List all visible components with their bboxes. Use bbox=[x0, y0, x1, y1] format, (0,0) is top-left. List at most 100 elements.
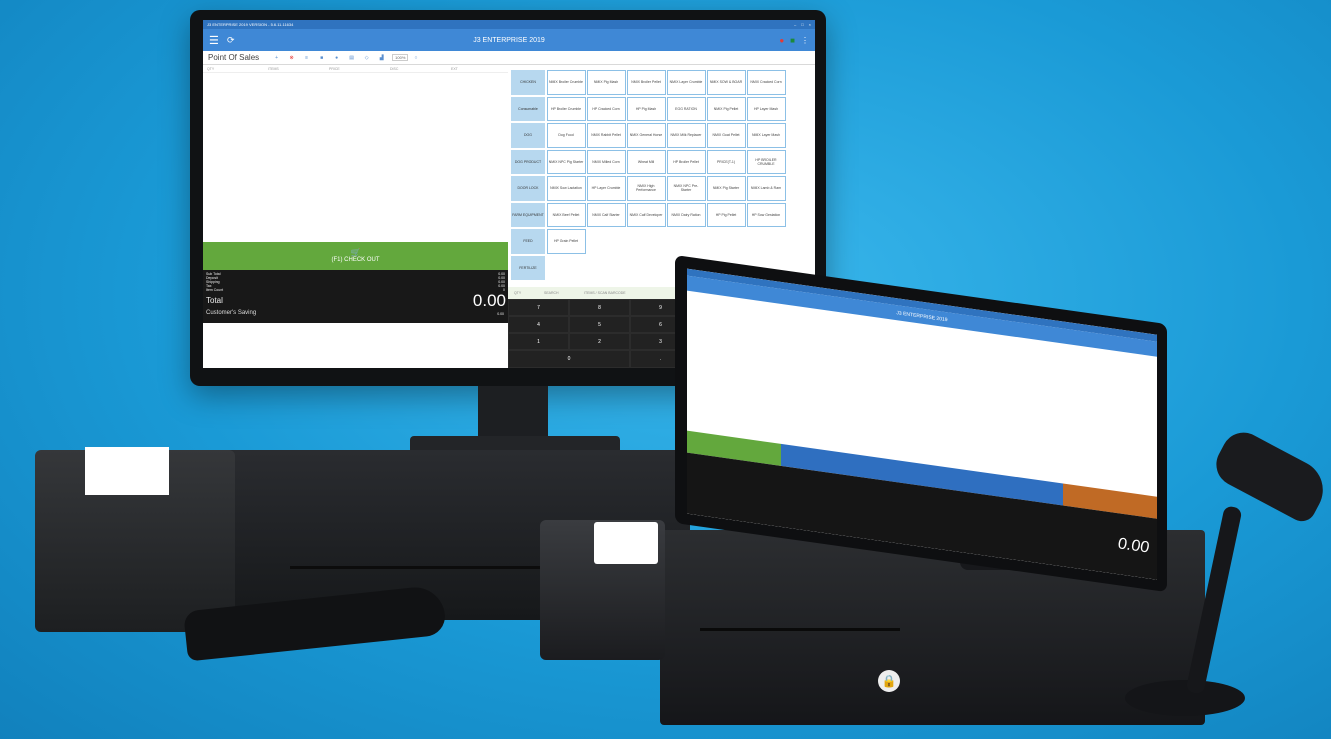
refresh-icon[interactable]: ○ bbox=[408, 55, 423, 61]
category-row: DOG Dog Food NMIX Rabbit Pellet NMIX Genera… bbox=[510, 122, 813, 149]
product-button[interactable]: NMIX Dairy Ration bbox=[666, 202, 706, 227]
product-button[interactable]: NMIX NPC Pig Starter bbox=[546, 149, 586, 174]
drawer-slot bbox=[700, 628, 900, 631]
add-icon[interactable]: + bbox=[269, 55, 284, 61]
product-button[interactable]: NMIX Cracked Corn bbox=[746, 70, 786, 95]
search-qty-label: QTY bbox=[514, 291, 522, 295]
key-0[interactable]: 0 bbox=[508, 350, 630, 368]
product-button[interactable]: HP Pig Mash bbox=[626, 96, 666, 121]
key-7[interactable]: 7 bbox=[508, 299, 569, 316]
product-button[interactable]: NMIX High Performance bbox=[626, 176, 666, 201]
key-1[interactable]: 1 bbox=[508, 333, 569, 350]
window-title: J3 ENTERPRISE 2019 VERSION - 5.6.11.1163… bbox=[207, 22, 294, 27]
key-8[interactable]: 8 bbox=[569, 299, 630, 316]
product-button[interactable]: NMIX Layer Mash bbox=[746, 123, 786, 148]
category-row: FEED HP Grain Pellet bbox=[510, 228, 813, 255]
product-button[interactable]: HP Pig Pellet bbox=[706, 202, 746, 227]
chart-icon[interactable]: ▟ bbox=[374, 55, 389, 61]
item-search-input[interactable]: ITEMS / SCAN BARCODE bbox=[578, 291, 626, 295]
minimize-icon[interactable]: – bbox=[794, 22, 796, 27]
cart-col-qty: QTY bbox=[207, 66, 215, 71]
product-button[interactable]: NMIX General Horse bbox=[626, 123, 666, 148]
monitor-stand-neck bbox=[478, 386, 548, 440]
product-button[interactable]: HP Sow Gestation bbox=[746, 202, 786, 227]
save-icon[interactable]: ■ bbox=[314, 55, 329, 61]
product-button[interactable]: HP Broiler Pellet bbox=[666, 149, 706, 174]
category-button[interactable]: FEED bbox=[510, 228, 546, 255]
category-button[interactable]: DOG bbox=[510, 122, 546, 149]
product-button[interactable]: NMIX Broiler Pellet bbox=[626, 70, 666, 95]
shopping-cart-icon: 🛒 bbox=[350, 248, 361, 257]
scanner-stand-base bbox=[1125, 680, 1245, 716]
tag-icon[interactable]: ◇ bbox=[359, 55, 374, 61]
toolbar: Point Of Sales + ⊗ ≡ ■ ● ▤ ◇ ▟ 100% ○ bbox=[203, 51, 815, 65]
more-vert-icon[interactable]: ⋮ bbox=[801, 36, 809, 45]
customer-saving-amount: 0.00 bbox=[497, 312, 504, 316]
totals-row-label: Item Count bbox=[206, 288, 224, 292]
product-button[interactable]: HP Grain Pellet bbox=[546, 229, 586, 254]
cart-col-disc: DISC bbox=[390, 66, 399, 71]
product-button[interactable]: HP BROILER CRUMBLE bbox=[746, 149, 786, 174]
list-icon[interactable]: ≡ bbox=[299, 55, 314, 61]
product-button[interactable]: NMIX Goat Pellet bbox=[706, 123, 746, 148]
category-button[interactable]: DOG PRODUCT bbox=[510, 148, 546, 175]
page-title: Point Of Sales bbox=[208, 53, 260, 62]
customer-icon[interactable]: ● bbox=[329, 55, 344, 61]
product-button[interactable]: Wheat Mill bbox=[626, 149, 666, 174]
product-button[interactable]: NMIX Sow Lactation bbox=[546, 176, 586, 201]
product-button[interactable]: NMIX Broiler Crumble bbox=[546, 70, 586, 95]
printed-receipt bbox=[85, 447, 169, 495]
category-row: FARM EQUIPMENT NMIX Beef Pellet NMIX Calf … bbox=[510, 201, 813, 228]
search-label: SEARCH bbox=[544, 291, 559, 295]
product-button[interactable]: NMIX Pig Pellet bbox=[706, 96, 746, 121]
product-button[interactable]: NMIX Lamb & Ram bbox=[746, 176, 786, 201]
close-icon[interactable]: × bbox=[809, 22, 811, 27]
user-icon[interactable]: ■ bbox=[790, 36, 795, 45]
key-4[interactable]: 4 bbox=[508, 316, 569, 333]
key-2[interactable]: 2 bbox=[569, 333, 630, 350]
total-amount: 0.00 bbox=[472, 291, 506, 310]
zoom-value[interactable]: 100% bbox=[392, 54, 409, 61]
category-button[interactable]: FERTILIZE bbox=[510, 254, 546, 281]
product-button[interactable]: NMIX SOW & BOAR bbox=[706, 70, 746, 95]
print-icon[interactable]: ▤ bbox=[344, 55, 359, 61]
product-button[interactable]: HP Layer Mash bbox=[746, 96, 786, 121]
product-button[interactable]: NMIX Pig Mash bbox=[586, 70, 626, 95]
sync-icon[interactable]: ⟳ bbox=[227, 35, 235, 46]
checkout-label: (F1) CHECK OUT bbox=[331, 257, 380, 263]
delete-icon[interactable]: ⊗ bbox=[284, 55, 299, 61]
category-button[interactable]: Consumable bbox=[510, 95, 546, 122]
cart-col-ext: EXT bbox=[451, 66, 458, 71]
notification-bell-icon[interactable]: ● bbox=[779, 36, 784, 45]
cart-col-price: PRICE bbox=[329, 66, 340, 71]
totals-panel: Sub Total 0.00 Deposit 0.00 Shipping 0.00 T… bbox=[203, 270, 508, 323]
category-button[interactable]: FARM EQUIPMENT bbox=[510, 201, 546, 228]
product-button[interactable]: NMIX Beef Pellet bbox=[546, 202, 586, 227]
checkout-button[interactable]: 🛒 (F1) CHECK OUT bbox=[203, 242, 508, 270]
product-button[interactable]: NMIX Calf Starter bbox=[586, 202, 626, 227]
product-button[interactable]: NMIX Pig Starter bbox=[706, 176, 746, 201]
product-button[interactable]: Dog Food bbox=[546, 123, 586, 148]
product-button[interactable]: HP Cracked Corn bbox=[586, 96, 626, 121]
category-button[interactable]: CHICKEN bbox=[510, 69, 546, 96]
product-button[interactable]: HP Layer Crumble bbox=[586, 176, 626, 201]
app-title: J3 ENTERPRISE 2019 bbox=[473, 36, 545, 44]
product-button[interactable]: EGG RATION bbox=[666, 96, 706, 121]
product-button[interactable]: PRICE(T-1) bbox=[706, 149, 746, 174]
category-button[interactable]: DOOR LOCK bbox=[510, 175, 546, 202]
total-amount: 0.00 bbox=[1117, 535, 1149, 557]
product-button[interactable]: NMIX NPC Pre-Starter bbox=[666, 176, 706, 201]
app-bar: ☰ ⟳ J3 ENTERPRISE 2019 ● ■ ⋮ bbox=[203, 29, 815, 51]
product-button[interactable]: NMIX Rabbit Pellet bbox=[586, 123, 626, 148]
key-5[interactable]: 5 bbox=[569, 316, 630, 333]
hamburger-menu-icon[interactable]: ☰ bbox=[209, 34, 221, 47]
product-button[interactable]: NMIX Layer Crumble bbox=[666, 70, 706, 95]
lock-icon: 🔒 bbox=[878, 670, 900, 692]
customer-saving-label: Customer's Saving bbox=[206, 310, 257, 316]
product-button[interactable]: NMIX Calf Developer bbox=[626, 202, 666, 227]
product-button[interactable]: NMIX Milk Replacer bbox=[666, 123, 706, 148]
category-row: DOG PRODUCT NMIX NPC Pig Starter NMIX Mill… bbox=[510, 148, 813, 175]
maximize-icon[interactable]: □ bbox=[801, 22, 803, 27]
product-button[interactable]: HP Broiler Crumble bbox=[546, 96, 586, 121]
product-button[interactable]: NMIX Milled Corn bbox=[586, 149, 626, 174]
